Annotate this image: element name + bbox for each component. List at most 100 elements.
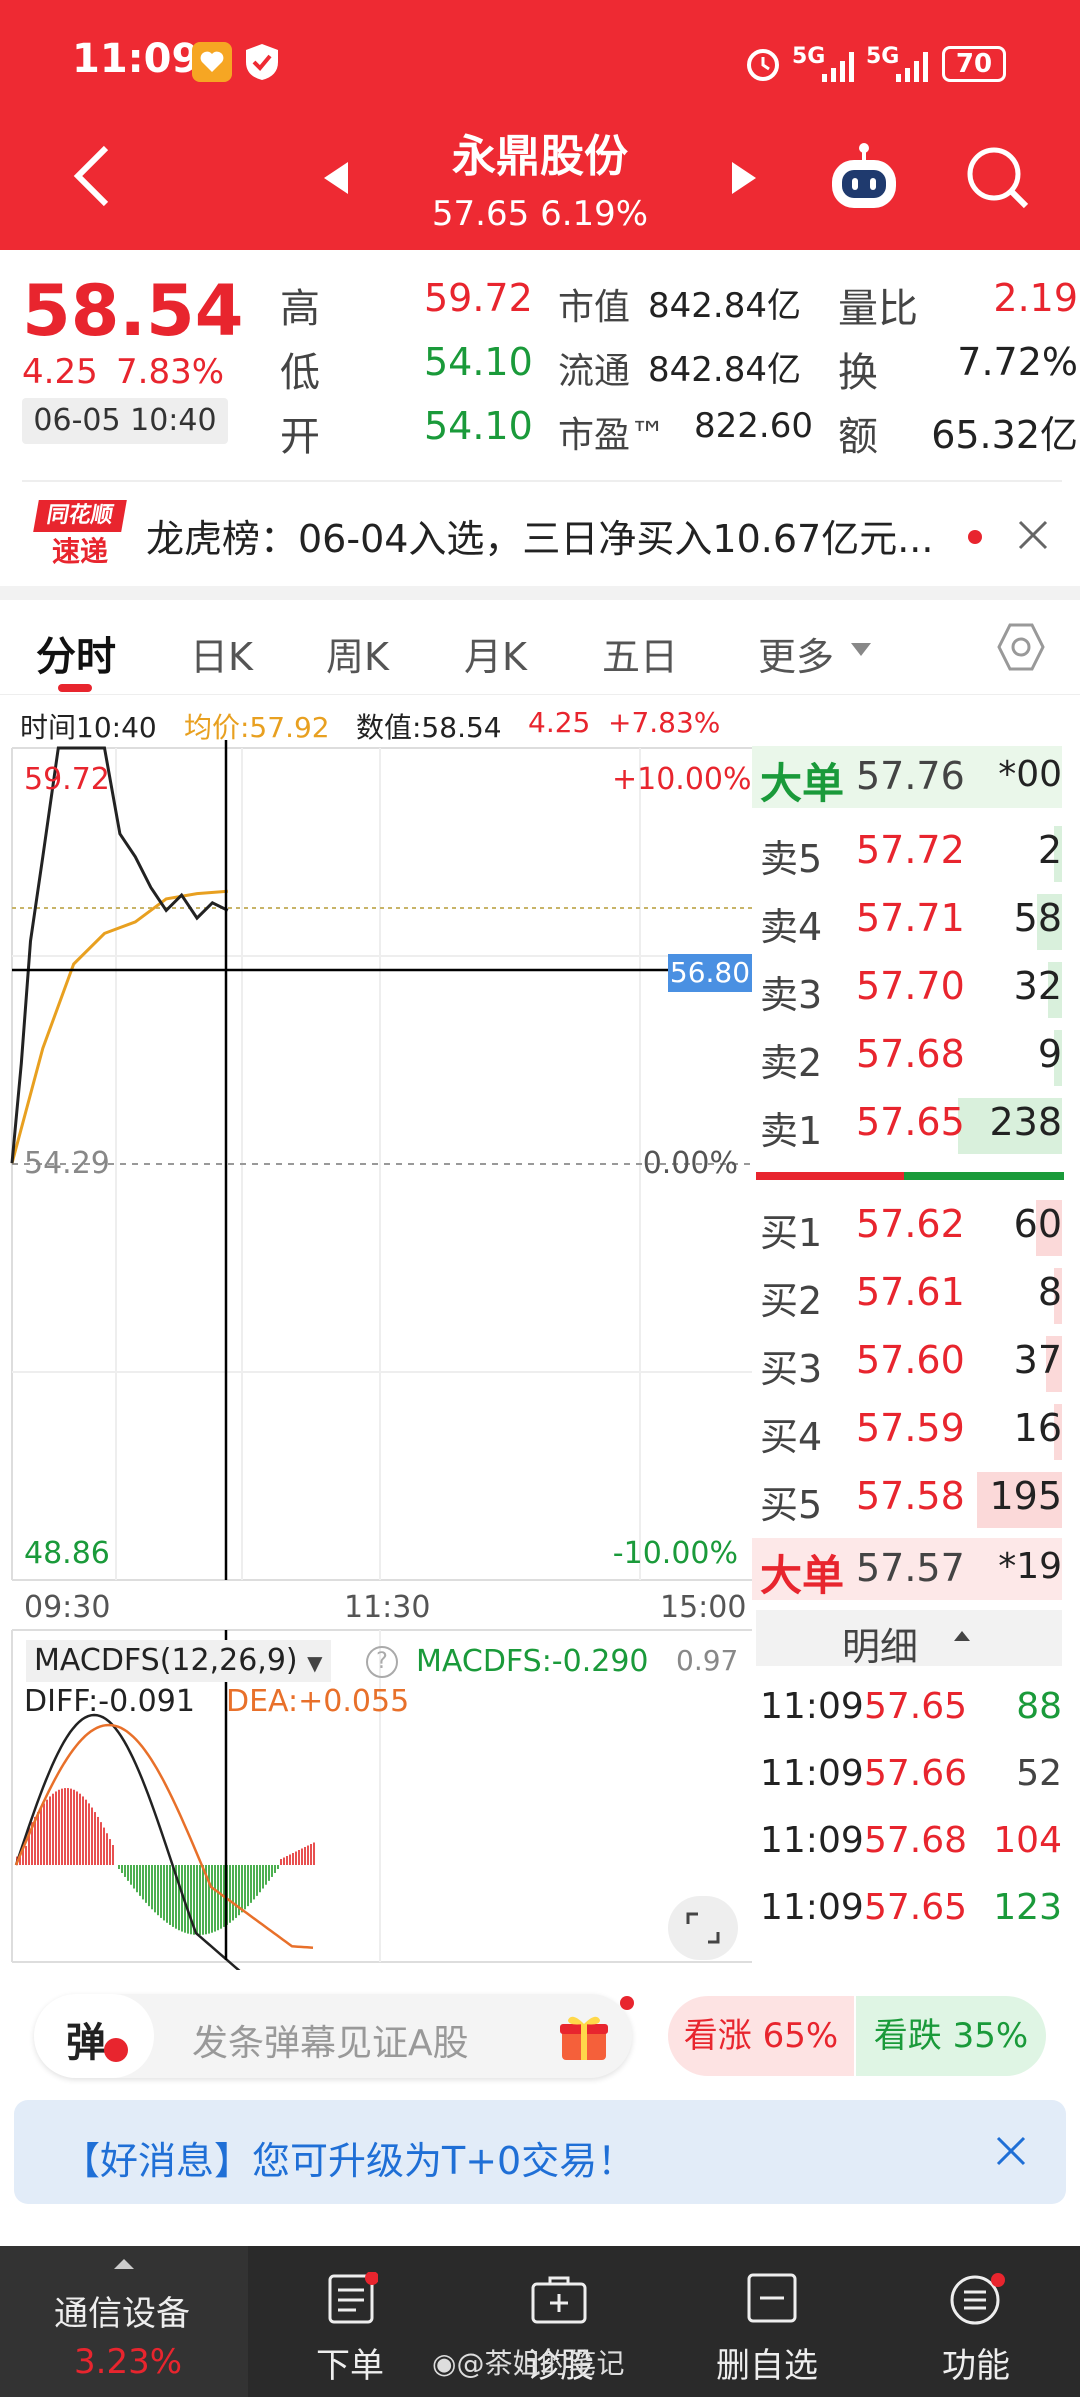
macd-bar	[202, 1865, 204, 1935]
bid-row[interactable]: 买4 57.59 16	[752, 1400, 1062, 1460]
nav-functions[interactable]: 功能	[916, 2246, 1036, 2397]
close-icon[interactable]	[994, 2134, 1028, 2172]
search-icon[interactable]	[966, 146, 1030, 214]
detail-toggle[interactable]: 明细	[756, 1610, 1062, 1669]
bid-label: 买2	[760, 1279, 823, 1323]
macd-selector[interactable]: MACDFS(12,26,9) ▼	[26, 1640, 331, 1682]
back-icon[interactable]	[70, 144, 114, 212]
fullscreen-icon[interactable]	[668, 1896, 738, 1960]
danmu-placeholder[interactable]: 发条弹幕见证A股	[192, 2014, 469, 2066]
bid-price: 57.59	[856, 1406, 965, 1450]
diagnose-plus-icon	[530, 2274, 588, 2330]
y-axis-top-pct: +10.00%	[612, 762, 752, 797]
info-change-pct: +7.83%	[608, 706, 721, 739]
unread-dot	[968, 530, 982, 544]
macd-bar	[298, 1850, 300, 1865]
macd-bar	[214, 1865, 216, 1932]
macd-bar	[289, 1854, 291, 1865]
bearish-button[interactable]: 看跌 35%	[856, 1996, 1046, 2076]
bid-price: 57.58	[856, 1474, 965, 1518]
bid-price: 57.62	[856, 1202, 965, 1246]
ask-row[interactable]: 卖1 57.65 238	[752, 1094, 1062, 1154]
macd-bar	[169, 1865, 171, 1925]
ask-row[interactable]: 卖2 57.68 9	[752, 1026, 1062, 1086]
macd-bar	[262, 1865, 264, 1889]
macd-bar	[145, 1865, 147, 1903]
settings-hexagon-icon[interactable]	[996, 622, 1046, 676]
bid-vol: 16	[1013, 1406, 1062, 1450]
close-icon[interactable]	[1016, 518, 1050, 556]
price-change-pct: 7.83%	[116, 352, 225, 392]
danmu-toggle[interactable]: 弹	[34, 1994, 154, 2078]
macd-diff: DIFF:-0.091	[24, 1684, 195, 1719]
macd-bar	[46, 1799, 48, 1865]
ask-price: 57.70	[856, 964, 965, 1008]
macd-bar	[109, 1839, 111, 1865]
tick-price: 57.66	[864, 1753, 968, 1794]
tab-weekly-k[interactable]: 周K	[326, 626, 389, 681]
bid-row[interactable]: 买1 57.62 60	[752, 1196, 1062, 1256]
robot-assistant-icon[interactable]	[826, 140, 902, 220]
sector-name: 通信设备	[54, 2294, 190, 2334]
tab-more[interactable]: 更多	[758, 626, 834, 681]
sector-pct: 3.23%	[74, 2342, 183, 2382]
macd-bar	[124, 1865, 126, 1877]
news-text[interactable]: 龙虎榜：06-04入选，三日净买入10.67亿元...	[146, 508, 966, 563]
ask-row[interactable]: 卖4 57.71 58	[752, 890, 1062, 950]
news-bar[interactable]: 同花顺 速递 龙虎榜：06-04入选，三日净买入10.67亿元...	[0, 484, 1080, 584]
y-axis-mid: 54.29	[24, 1146, 110, 1181]
bullish-button[interactable]: 看涨 65%	[668, 1996, 854, 2076]
help-icon[interactable]: ?	[366, 1646, 398, 1678]
nav-order[interactable]: 下单	[292, 2246, 412, 2397]
detail-toggle-label: 明细	[842, 1625, 919, 1669]
promo-banner[interactable]: 【好消息】您可升级为T+0交易！	[14, 2100, 1066, 2204]
divider	[22, 480, 1062, 482]
low-label: 低	[280, 350, 320, 396]
nav-remove-watchlist[interactable]: 删自选	[706, 2246, 846, 2397]
bid-row[interactable]: 买2 57.61 8	[752, 1264, 1062, 1324]
ask-vol: 238	[989, 1100, 1062, 1144]
big-sell-price: 57.76	[856, 754, 965, 798]
bid-price: 57.60	[856, 1338, 965, 1382]
bid-price: 57.61	[856, 1270, 965, 1314]
macd-bar	[154, 1865, 156, 1913]
tab-intraday[interactable]: 分时	[36, 624, 116, 682]
float-value: 842.84亿	[648, 350, 801, 390]
ask-row[interactable]: 卖3 57.70 32	[752, 958, 1062, 1018]
intraday-chart[interactable]	[0, 740, 752, 1970]
macd-bar	[121, 1865, 123, 1873]
more-dropdown-icon[interactable]	[850, 642, 872, 662]
order-book: 大单 57.76 *00 卖5 57.72 2 卖4 57.71 58 卖3 57.70 32 卖…	[752, 740, 1080, 1970]
gift-icon[interactable]	[558, 2012, 610, 2066]
macd-bar	[61, 1788, 63, 1865]
big-buy-label: 大单	[760, 1551, 845, 1600]
tab-five-day[interactable]: 五日	[602, 626, 678, 681]
mktcap-value: 842.84亿	[648, 286, 801, 326]
tick-time: 11:09	[760, 1887, 864, 1928]
macd-bar	[307, 1845, 309, 1865]
price-change: 4.25	[22, 352, 98, 392]
ask-price: 57.72	[856, 828, 965, 872]
promo-text[interactable]: 【好消息】您可升级为T+0交易！	[62, 2130, 635, 2185]
chart-grid	[11, 747, 752, 1963]
sector-tab[interactable]: 通信设备 3.23%	[0, 2246, 248, 2397]
macd-bar	[127, 1865, 129, 1881]
y-axis-top: 59.72	[24, 762, 110, 797]
tab-monthly-k[interactable]: 月K	[464, 626, 527, 681]
macd-bar	[259, 1865, 261, 1893]
bid-row[interactable]: 买3 57.60 37	[752, 1332, 1062, 1392]
tab-daily-k[interactable]: 日K	[190, 626, 253, 681]
macd-bar	[199, 1865, 201, 1935]
high-value: 59.72	[424, 276, 533, 320]
macd-bar	[106, 1833, 108, 1865]
bid-row[interactable]: 买5 57.58 195	[752, 1468, 1062, 1528]
next-stock-icon[interactable]	[730, 160, 758, 200]
macd-bar	[217, 1865, 219, 1931]
signal-bars-1-icon	[820, 48, 860, 88]
macd-bar	[82, 1796, 84, 1865]
macd-bar	[52, 1793, 54, 1865]
shield-icon	[244, 42, 280, 86]
danmu-input-bar[interactable]: 弹 发条弹幕见证A股	[34, 1994, 634, 2078]
ask-row[interactable]: 卖5 57.72 2	[752, 822, 1062, 882]
weibo-icon: ◉	[432, 2347, 457, 2380]
